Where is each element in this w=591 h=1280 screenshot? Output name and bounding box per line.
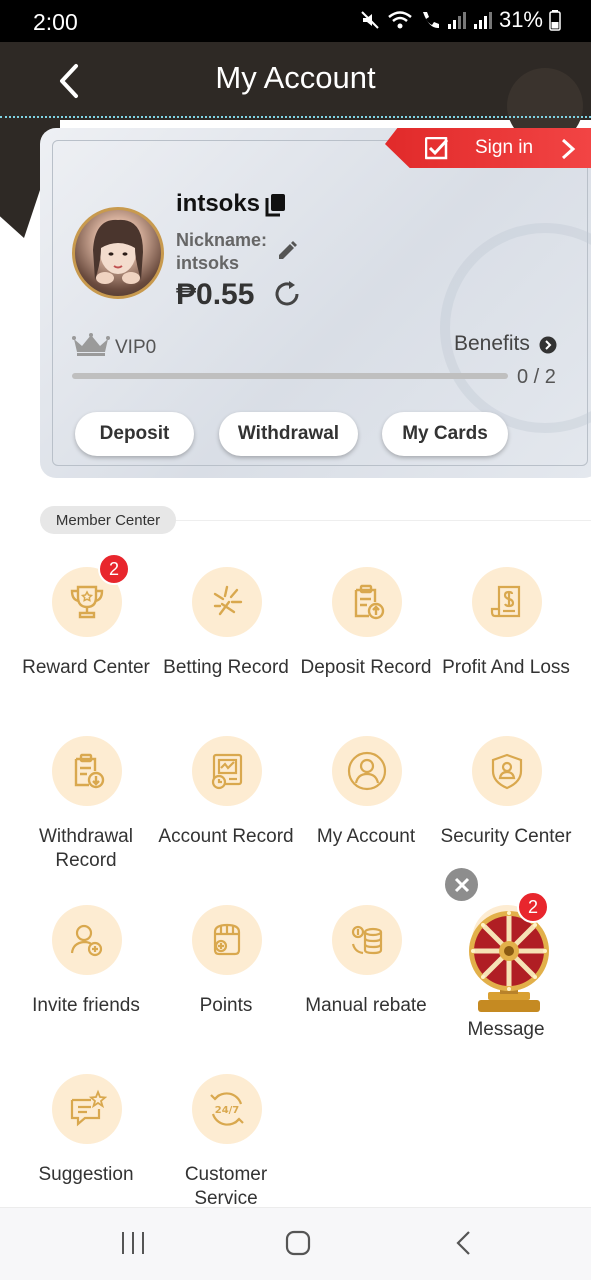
checkbox-icon [425,137,448,160]
username: intsoks [176,190,261,217]
notification-badge: 2 [98,553,130,585]
suggestion-label[interactable]: Suggestion [16,1163,156,1187]
avatar-image [93,219,143,284]
crown-icon [72,333,110,356]
suggestion-icon [70,1089,107,1127]
deposit-record-label[interactable]: Deposit Record [296,656,436,680]
benefits-link[interactable]: Benefits [454,332,530,356]
invite-icon [70,924,103,957]
vip-level: VIP0 [115,337,157,358]
reward-center-label[interactable]: Reward Center [16,656,156,680]
points-label[interactable]: Points [156,994,296,1018]
svg-text:24/7: 24/7 [215,1105,240,1116]
close-icon[interactable] [445,868,478,901]
invite-friends-button[interactable] [52,905,122,975]
mute-icon [361,11,379,29]
betting-record-icon [213,585,243,616]
deposit-record-icon [354,584,385,620]
battery-percent: 31% [498,7,543,32]
my-account-label[interactable]: My Account [296,825,436,849]
sign-in-label[interactable]: Sign in [475,137,533,159]
system-navigation-bar [0,1207,591,1280]
member-center-title: Member Center [40,506,176,534]
page-header: My Account [0,42,591,144]
call-icon [422,12,439,29]
manual-rebate-button[interactable] [332,905,402,975]
signal-icon [447,12,466,29]
wifi-icon [388,11,412,29]
home-icon[interactable] [285,1230,311,1256]
my-account-button[interactable] [332,736,402,806]
shield-icon [491,753,523,790]
lucky-wheel-icon[interactable] [466,906,552,1016]
back-icon[interactable] [454,1230,474,1256]
battery-icon [549,10,561,31]
chevron-right-icon [561,138,576,160]
status-icons: 31% [359,7,561,33]
security-center-label[interactable]: Security Center [436,825,576,849]
vip-progress-bar [72,373,508,379]
account-record-icon [211,753,243,790]
points-button[interactable] [192,905,262,975]
withdrawal-record-label[interactable]: Withdrawal Record [16,825,156,873]
withdrawal-button[interactable]: Withdrawal [219,412,358,456]
account-record-button[interactable] [192,736,262,806]
suggestion-button[interactable] [52,1074,122,1144]
avatar[interactable] [72,207,164,299]
withdrawal-record-icon [74,753,105,789]
rebate-icon [351,925,383,955]
my-cards-button[interactable]: My Cards [382,412,508,456]
vip-progress-text: 0 / 2 [517,366,556,388]
nickname-value: intsoks [176,253,240,273]
edit-pencil-icon[interactable] [276,240,298,262]
header-divider [0,116,591,118]
profit-loss-icon [490,585,521,618]
profit-loss-label[interactable]: Profit And Loss [436,656,576,680]
account-record-label[interactable]: Account Record [156,825,296,849]
profit-loss-button[interactable] [472,567,542,637]
chevron-circle-right-icon[interactable] [539,336,557,354]
manual-rebate-label[interactable]: Manual rebate [296,994,436,1018]
status-bar: 2:00 31% [0,0,591,42]
customer-service-button[interactable]: 24/7 [192,1074,262,1144]
customer-service-label[interactable]: Customer Service [156,1163,296,1211]
betting-record-label[interactable]: Betting Record [156,656,296,680]
betting-record-button[interactable] [192,567,262,637]
customer-service-icon: 24/7 [210,1092,244,1126]
security-center-button[interactable] [472,736,542,806]
trophy-icon [70,585,104,619]
recent-apps-icon[interactable] [120,1230,146,1256]
page-title: My Account [215,60,376,95]
user-icon [347,751,387,791]
invite-friends-label[interactable]: Invite friends [16,994,156,1018]
status-time: 2:00 [33,9,78,35]
message-badge: 2 [517,891,549,923]
points-icon [213,923,241,956]
refresh-icon[interactable] [272,279,302,309]
app-screen: 2:00 31% My Account Sign in intsoks Nick… [0,0,591,1280]
copy-icon[interactable] [264,193,286,217]
signal-icon-2 [473,12,492,29]
message-label[interactable]: Message [436,1018,576,1042]
deposit-record-button[interactable] [332,567,402,637]
nickname-label: Nickname: [176,230,268,250]
balance: ₱0.55 [176,278,255,311]
withdrawal-record-button[interactable] [52,736,122,806]
deposit-button[interactable]: Deposit [75,412,194,456]
